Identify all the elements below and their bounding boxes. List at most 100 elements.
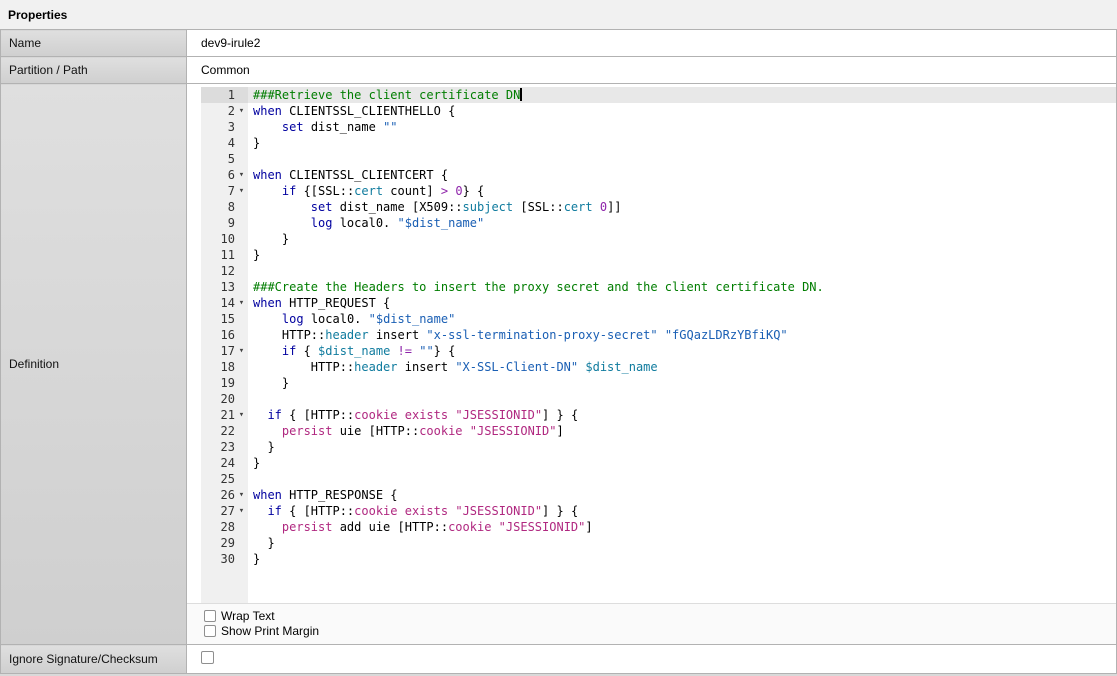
code-line-30[interactable]: }	[248, 551, 1116, 567]
line-number: 2	[201, 103, 235, 119]
gutter-line-12: 12	[201, 263, 248, 279]
page-title: Properties	[8, 8, 67, 22]
code-line-13[interactable]: ###Create the Headers to insert the prox…	[248, 279, 1116, 295]
gutter-line-22: 22	[201, 423, 248, 439]
line-number: 4	[201, 135, 235, 151]
code-token	[253, 200, 311, 214]
code-token: header	[354, 360, 397, 374]
line-number: 26	[201, 487, 235, 503]
code-line-18[interactable]: HTTP::header insert "X-SSL-Client-DN" $d…	[248, 359, 1116, 375]
code-line-24[interactable]: }	[248, 455, 1116, 471]
code-line-25[interactable]	[248, 471, 1116, 487]
fold-arrow-icon[interactable]: ▾	[235, 183, 248, 199]
fold-arrow-icon[interactable]: ▾	[235, 407, 248, 423]
editor-options: Wrap Text Show Print Margin	[187, 603, 1116, 644]
line-number: 28	[201, 519, 235, 535]
fold-arrow-icon[interactable]: ▾	[235, 343, 248, 359]
code-token: }	[253, 136, 260, 150]
code-token: }	[253, 456, 260, 470]
line-number: 29	[201, 535, 235, 551]
code-line-26[interactable]: when HTTP_RESPONSE {	[248, 487, 1116, 503]
code-token: add uie [HTTP::	[332, 520, 448, 534]
code-line-4[interactable]: }	[248, 135, 1116, 151]
code-token: when	[253, 104, 282, 118]
code-token: cookie	[354, 504, 397, 518]
code-token: } {	[434, 344, 456, 358]
code-line-27[interactable]: if { [HTTP::cookie exists "JSESSIONID"] …	[248, 503, 1116, 519]
line-number: 12	[201, 263, 235, 279]
line-number: 5	[201, 151, 235, 167]
code-line-7[interactable]: if {[SSL::cert count] > 0} {	[248, 183, 1116, 199]
code-token	[253, 504, 267, 518]
code-line-22[interactable]: persist uie [HTTP::cookie "JSESSIONID"]	[248, 423, 1116, 439]
code-line-23[interactable]: }	[248, 439, 1116, 455]
code-token: when	[253, 168, 282, 182]
code-token: 0	[600, 200, 607, 214]
show-print-margin-checkbox[interactable]	[204, 625, 216, 637]
gutter-line-8: 8	[201, 199, 248, 215]
code-line-3[interactable]: set dist_name ""	[248, 119, 1116, 135]
code-line-2[interactable]: when CLIENTSSL_CLIENTHELLO {	[248, 103, 1116, 119]
code-token: local0.	[304, 312, 369, 326]
code-line-21[interactable]: if { [HTTP::cookie exists "JSESSIONID"] …	[248, 407, 1116, 423]
code-line-29[interactable]: }	[248, 535, 1116, 551]
line-number: 30	[201, 551, 235, 567]
gutter-line-1: 1	[201, 87, 248, 103]
code-token: ""	[383, 120, 397, 134]
code-token: if	[282, 184, 296, 198]
gutter-line-16: 16	[201, 327, 248, 343]
wrap-text-checkbox[interactable]	[204, 610, 216, 622]
gutter-line-27: 27▾	[201, 503, 248, 519]
code-line-12[interactable]	[248, 263, 1116, 279]
gutter-line-5: 5	[201, 151, 248, 167]
partition-label: Partition / Path	[1, 57, 187, 84]
code-token	[253, 120, 282, 134]
fold-arrow-icon[interactable]: ▾	[235, 167, 248, 183]
code-token: local0.	[332, 216, 397, 230]
fold-arrow-icon[interactable]: ▾	[235, 487, 248, 503]
definition-code-editor[interactable]: 12▾3456▾7▾891011121314▾151617▾18192021▾2…	[201, 87, 1116, 603]
code-token	[253, 216, 311, 230]
gutter-line-6: 6▾	[201, 167, 248, 183]
show-print-margin-option[interactable]: Show Print Margin	[204, 623, 1116, 638]
code-line-16[interactable]: HTTP::header insert "x-ssl-termination-p…	[248, 327, 1116, 343]
code-line-11[interactable]: }	[248, 247, 1116, 263]
code-token: dist_name [	[332, 200, 419, 214]
code-token: $dist_name	[318, 344, 390, 358]
code-line-20[interactable]	[248, 391, 1116, 407]
fold-arrow-icon[interactable]: ▾	[235, 295, 248, 311]
line-number: 27	[201, 503, 235, 519]
code-line-14[interactable]: when HTTP_REQUEST {	[248, 295, 1116, 311]
code-token: HTTP_RESPONSE {	[282, 488, 398, 502]
name-label: Name	[1, 30, 187, 57]
code-line-8[interactable]: set dist_name [X509::subject [SSL::cert …	[248, 199, 1116, 215]
code-line-28[interactable]: persist add uie [HTTP::cookie "JSESSIONI…	[248, 519, 1116, 535]
code-line-6[interactable]: when CLIENTSSL_CLIENTCERT {	[248, 167, 1116, 183]
fold-arrow-icon[interactable]: ▾	[235, 103, 248, 119]
definition-row: Definition 12▾3456▾7▾891011121314▾151617…	[1, 84, 1117, 645]
ignore-signature-cell	[187, 645, 1117, 674]
line-number: 14	[201, 295, 235, 311]
code-token: "JSESSIONID"	[470, 424, 557, 438]
code-line-19[interactable]: }	[248, 375, 1116, 391]
line-number: 25	[201, 471, 235, 487]
code-line-15[interactable]: log local0. "$dist_name"	[248, 311, 1116, 327]
definition-cell: 12▾3456▾7▾891011121314▾151617▾18192021▾2…	[187, 84, 1117, 645]
wrap-text-option[interactable]: Wrap Text	[204, 608, 1116, 623]
gutter-line-2: 2▾	[201, 103, 248, 119]
editor-code-lines[interactable]: ###Retrieve the client certificate DNwhe…	[248, 87, 1116, 603]
ignore-signature-checkbox[interactable]	[201, 651, 214, 664]
show-print-margin-label: Show Print Margin	[221, 624, 319, 638]
code-line-1[interactable]: ###Retrieve the client certificate DN	[248, 87, 1116, 103]
code-line-9[interactable]: log local0. "$dist_name"	[248, 215, 1116, 231]
code-line-10[interactable]: }	[248, 231, 1116, 247]
fold-arrow-icon[interactable]: ▾	[235, 503, 248, 519]
code-line-17[interactable]: if { $dist_name != ""} {	[248, 343, 1116, 359]
code-line-5[interactable]	[248, 151, 1116, 167]
code-token: HTTP::	[253, 360, 354, 374]
code-token: exists	[405, 408, 448, 422]
gutter-line-15: 15	[201, 311, 248, 327]
line-number: 18	[201, 359, 235, 375]
name-row: Name dev9-irule2	[1, 30, 1117, 57]
line-number: 11	[201, 247, 235, 263]
